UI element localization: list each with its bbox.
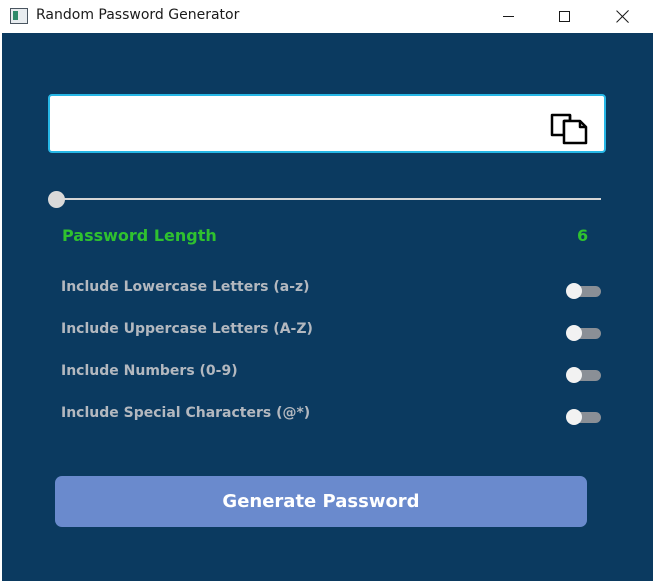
close-button[interactable] — [594, 0, 650, 33]
toggle-lowercase[interactable] — [566, 283, 601, 299]
title-bar[interactable]: Random Password Generator — [0, 0, 657, 33]
toggle-knob — [566, 367, 582, 383]
toggle-knob — [566, 325, 582, 341]
length-slider-thumb[interactable] — [48, 191, 65, 208]
app-window: Random Password Generator Password Lengt… — [0, 0, 657, 585]
app-icon — [10, 8, 28, 24]
toggle-knob — [566, 283, 582, 299]
option-lowercase-label: Include Lowercase Letters (a-z) — [61, 279, 310, 295]
window-title: Random Password Generator — [36, 7, 240, 23]
password-output-field[interactable] — [48, 94, 606, 153]
option-numbers-label: Include Numbers (0-9) — [61, 363, 238, 379]
length-label: Password Length — [62, 226, 217, 245]
main-panel: Password Length 6 Include Lowercase Lett… — [2, 33, 653, 581]
option-special-label: Include Special Characters (@*) — [61, 405, 311, 421]
maximize-button[interactable] — [536, 0, 592, 33]
generate-password-button[interactable]: Generate Password — [55, 476, 587, 527]
toggle-special[interactable] — [566, 409, 601, 425]
minimize-button[interactable] — [480, 0, 536, 33]
toggle-knob — [566, 409, 582, 425]
minimize-icon — [502, 16, 514, 17]
option-uppercase-label: Include Uppercase Letters (A-Z) — [61, 321, 313, 337]
close-icon — [616, 10, 629, 23]
toggle-numbers[interactable] — [566, 367, 601, 383]
length-slider-track[interactable] — [57, 198, 601, 200]
length-value: 6 — [577, 226, 589, 245]
maximize-icon — [558, 11, 570, 22]
toggle-uppercase[interactable] — [566, 325, 601, 341]
copy-icon[interactable] — [548, 105, 592, 149]
